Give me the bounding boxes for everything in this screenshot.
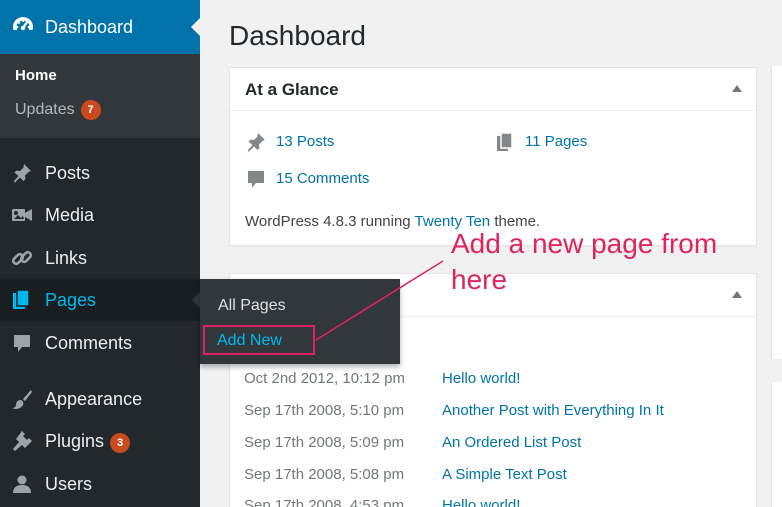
pages-icon <box>497 132 513 151</box>
widget-header[interactable]: At a Glance <box>230 68 756 111</box>
sidebar-item-posts[interactable]: Posts <box>0 152 200 194</box>
current-menu-pointer <box>191 18 200 36</box>
glance-comments-text: 15 Comments <box>276 170 370 187</box>
activity-post-link[interactable]: Hello world! <box>442 370 520 387</box>
link-icon <box>11 250 33 266</box>
pages-icon <box>13 289 30 309</box>
dashboard-submenu: Home Updates 7 <box>0 54 200 138</box>
pin-icon <box>248 133 265 152</box>
flyout-item-all-pages[interactable]: All Pages <box>218 297 286 315</box>
sidebar-item-users[interactable]: Users <box>0 463 200 505</box>
sidebar-item-pages[interactable]: Pages <box>0 279 200 321</box>
page-title: Dashboard <box>229 20 366 51</box>
sidebar-item-appearance[interactable]: Appearance <box>0 378 200 420</box>
sidebar-item-media[interactable]: Media <box>0 194 200 236</box>
user-icon <box>13 475 31 493</box>
sidebar-item-label: Media <box>45 205 95 225</box>
dashboard-icon <box>12 17 34 38</box>
admin-sidebar: Dashboard Home Updates 7 Posts Media Link… <box>0 0 200 507</box>
submenu-item-updates[interactable]: Updates 7 <box>15 100 101 120</box>
activity-date: Oct 2nd 2012, 10:12 pm <box>244 370 405 387</box>
comment-icon <box>14 335 30 352</box>
adjacent-widget-edge <box>771 66 782 359</box>
activity-post-link[interactable]: Hello world! <box>442 497 520 507</box>
flyout-arrow <box>192 292 200 308</box>
sidebar-item-dashboard[interactable]: Dashboard <box>0 0 200 54</box>
sidebar-item-label: Comments <box>45 333 133 353</box>
sidebar-item-links[interactable]: Links <box>0 237 200 279</box>
activity-post-link[interactable]: An Ordered List Post <box>442 434 581 451</box>
comment-icon <box>248 171 264 188</box>
activity-date: Sep 17th 2008, 4:53 pm <box>244 497 405 507</box>
sidebar-item-label: Links <box>45 248 88 268</box>
submenu-item-home[interactable]: Home <box>15 67 57 84</box>
glance-posts-text: 13 Posts <box>276 133 335 150</box>
sidebar-item-label: Dashboard <box>45 17 134 37</box>
annotation-callout: Add a new page from here <box>451 228 718 295</box>
sidebar-item-label: Pages <box>45 290 97 310</box>
glance-pages-text: 11 Pages <box>525 133 588 150</box>
pages-flyout-menu: All Pages Add New <box>200 279 400 364</box>
sidebar-item-label: Posts <box>45 163 91 183</box>
plugin-icon <box>13 431 32 451</box>
sidebar-item-comments[interactable]: Comments <box>0 322 200 364</box>
sidebar-item-label-text: Plugins <box>45 431 105 451</box>
sidebar-item-label: Users <box>45 474 93 494</box>
activity-date: Sep 17th 2008, 5:10 pm <box>244 402 405 419</box>
updates-count-badge: 7 <box>80 100 101 120</box>
widget-title: At a Glance <box>245 80 339 99</box>
activity-date: Sep 17th 2008, 5:09 pm <box>244 434 405 451</box>
sidebar-item-label: Appearance <box>45 389 143 409</box>
pin-icon <box>14 164 31 183</box>
activity-post-link[interactable]: Another Post with Everything In It <box>442 402 664 419</box>
media-icon <box>12 209 32 221</box>
activity-post-link[interactable]: A Simple Text Post <box>442 466 567 483</box>
at-a-glance-widget: At a Glance 13 Posts 11 Pages 15 Comment… <box>229 67 757 246</box>
version-text: WordPress 4.8.3 running <box>245 213 415 230</box>
sidebar-item-label: Plugins 3 <box>45 431 131 453</box>
flyout-item-add-new[interactable]: Add New <box>203 325 315 355</box>
sidebar-item-plugins[interactable]: Plugins 3 <box>0 420 200 462</box>
paintbrush-icon <box>12 390 32 409</box>
collapse-toggle-icon[interactable] <box>732 85 742 92</box>
plugins-count-badge: 3 <box>110 433 131 453</box>
submenu-item-label: Updates <box>15 101 75 118</box>
activity-date: Sep 17th 2008, 5:08 pm <box>244 466 405 483</box>
adjacent-widget-edge <box>771 382 782 507</box>
